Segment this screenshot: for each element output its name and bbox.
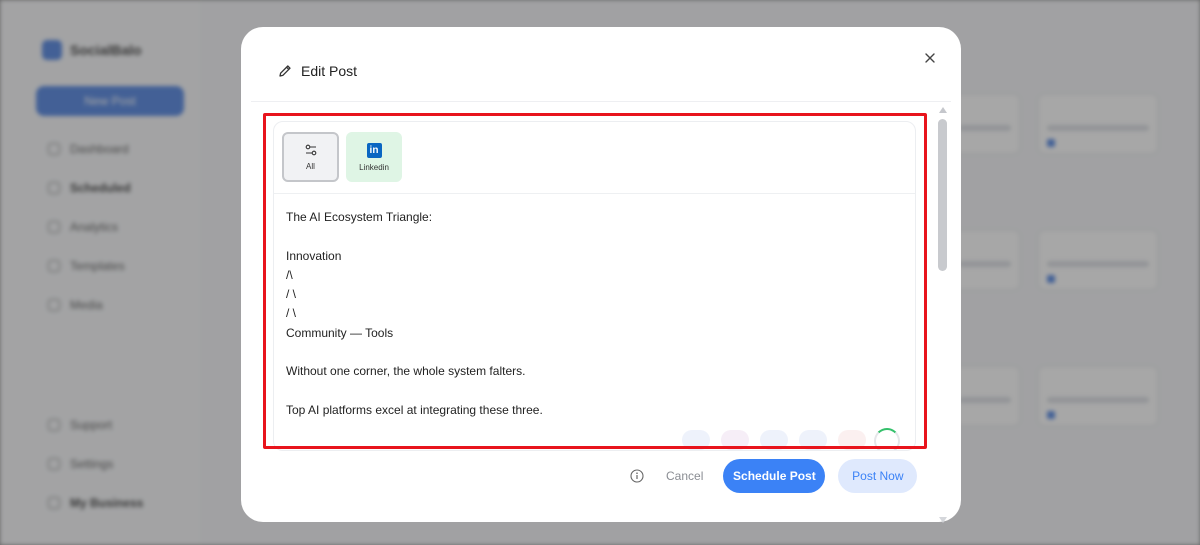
scrollbar-thumb[interactable] (938, 119, 947, 271)
modal-scrollbar[interactable] (938, 107, 948, 523)
header-divider (251, 101, 951, 102)
scroll-down-arrow-icon[interactable] (939, 517, 947, 523)
modal-title: Edit Post (301, 63, 358, 79)
close-button[interactable] (921, 49, 939, 67)
cancel-button[interactable]: Cancel (666, 469, 703, 483)
post-now-button[interactable]: Post Now (838, 459, 918, 493)
modal-header: Edit Post (277, 63, 357, 79)
scroll-up-arrow-icon[interactable] (939, 107, 947, 113)
edit-post-modal: Edit Post All in Linkedin The AI Ecosyst… (241, 27, 961, 523)
modal-footer: Cancel Schedule Post Post Now (630, 459, 918, 493)
info-icon[interactable] (630, 469, 644, 483)
editor-highlight-box (263, 113, 927, 449)
close-icon (925, 53, 935, 63)
schedule-post-button[interactable]: Schedule Post (723, 459, 826, 493)
pencil-icon (279, 65, 291, 77)
